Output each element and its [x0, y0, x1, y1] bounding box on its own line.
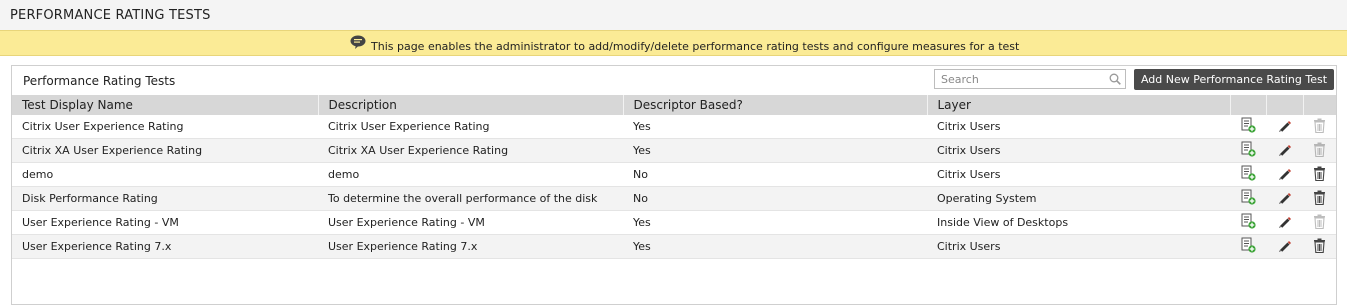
cell-test-display-name: demo — [12, 162, 318, 187]
table-row[interactable]: demo demo No Citrix Users — [12, 162, 1336, 187]
configure-measures-icon[interactable] — [1241, 189, 1256, 208]
cell-test-display-name: User Experience Rating - VM — [12, 210, 318, 235]
cell-test-display-name: User Experience Rating 7.x — [12, 234, 318, 259]
configure-measures-cell — [1230, 186, 1266, 211]
page-title: PERFORMANCE RATING TESTS — [10, 8, 211, 23]
configure-measures-icon[interactable] — [1241, 117, 1256, 136]
cell-layer: Operating System — [927, 186, 1230, 211]
cell-descriptor-based: Yes — [623, 234, 927, 259]
edit-pencil-icon[interactable] — [1277, 166, 1292, 184]
cell-descriptor-based: Yes — [623, 115, 927, 139]
edit-pencil-icon[interactable] — [1277, 214, 1292, 232]
tests-table: Test Display Name Description Descriptor… — [12, 95, 1336, 259]
table-row[interactable]: Disk Performance Rating To determine the … — [12, 186, 1336, 211]
panel-title: Performance Rating Tests — [23, 74, 176, 88]
configure-measures-cell — [1230, 234, 1266, 259]
delete-trash-icon — [1313, 142, 1326, 160]
edit-pencil-icon[interactable] — [1277, 190, 1292, 208]
delete-trash-icon[interactable] — [1313, 166, 1326, 184]
configure-measures-cell — [1230, 210, 1266, 235]
info-message: This page enables the administrator to a… — [371, 40, 1020, 53]
delete-trash-cell — [1303, 234, 1336, 259]
configure-measures-cell — [1230, 115, 1266, 139]
column-header-delete — [1302, 95, 1336, 115]
delete-trash-icon — [1313, 118, 1326, 136]
search-box — [934, 69, 1126, 89]
delete-trash-icon[interactable] — [1313, 190, 1326, 208]
cell-description: Citrix XA User Experience Rating — [318, 138, 623, 163]
edit-pencil-icon[interactable] — [1277, 142, 1292, 160]
cell-description: User Experience Rating - VM — [318, 210, 623, 235]
edit-pencil-cell — [1266, 162, 1303, 187]
page-header: PERFORMANCE RATING TESTS — [0, 0, 1347, 31]
delete-trash-cell — [1303, 138, 1336, 163]
edit-pencil-icon[interactable] — [1277, 118, 1292, 136]
column-header-test-display-name[interactable]: Test Display Name — [12, 95, 318, 115]
configure-measures-icon[interactable] — [1241, 165, 1256, 184]
cell-description: Citrix User Experience Rating — [318, 115, 623, 139]
cell-test-display-name: Disk Performance Rating — [12, 186, 318, 211]
edit-pencil-cell — [1266, 138, 1303, 163]
search-input[interactable] — [935, 70, 1109, 88]
column-header-edit — [1265, 95, 1303, 115]
edit-pencil-cell — [1266, 186, 1303, 211]
column-header-descriptor-based[interactable]: Descriptor Based? — [622, 95, 927, 115]
search-icon[interactable] — [1109, 73, 1121, 85]
cell-descriptor-based: Yes — [623, 138, 927, 163]
cell-descriptor-based: Yes — [623, 210, 927, 235]
table-row[interactable]: User Experience Rating - VM User Experien… — [12, 210, 1336, 235]
column-header-configure — [1229, 95, 1266, 115]
table-body: Citrix User Experience Rating Citrix User… — [12, 115, 1336, 259]
table-header-row: Test Display Name Description Descriptor… — [12, 95, 1336, 115]
delete-trash-cell — [1303, 210, 1336, 235]
cell-layer: Citrix Users — [927, 115, 1230, 139]
configure-measures-cell — [1230, 162, 1266, 187]
delete-trash-cell — [1303, 162, 1336, 187]
configure-measures-cell — [1230, 138, 1266, 163]
table-row[interactable]: Citrix User Experience Rating Citrix User… — [12, 115, 1336, 139]
cell-description: To determine the overall performance of … — [318, 186, 623, 211]
cell-descriptor-based: No — [623, 186, 927, 211]
configure-measures-icon[interactable] — [1241, 213, 1256, 232]
cell-test-display-name: Citrix XA User Experience Rating — [12, 138, 318, 163]
edit-pencil-cell — [1266, 115, 1303, 139]
edit-pencil-cell — [1266, 210, 1303, 235]
cell-layer: Citrix Users — [927, 138, 1230, 163]
table-row[interactable]: Citrix XA User Experience Rating Citrix X… — [12, 138, 1336, 163]
configure-measures-icon[interactable] — [1241, 237, 1256, 256]
cell-layer: Citrix Users — [927, 162, 1230, 187]
tests-panel: Performance Rating Tests Add New Perform… — [11, 65, 1337, 305]
cell-description: demo — [318, 162, 623, 187]
cell-layer: Inside View of Desktops — [927, 210, 1230, 235]
add-new-test-button[interactable]: Add New Performance Rating Test — [1134, 69, 1334, 90]
configure-measures-icon[interactable] — [1241, 141, 1256, 160]
speech-bubble-icon — [350, 35, 366, 49]
column-header-description[interactable]: Description — [317, 95, 623, 115]
cell-description: User Experience Rating 7.x — [318, 234, 623, 259]
table-row[interactable]: User Experience Rating 7.x User Experienc… — [12, 234, 1336, 259]
cell-descriptor-based: No — [623, 162, 927, 187]
column-header-layer[interactable]: Layer — [926, 95, 1230, 115]
edit-pencil-cell — [1266, 234, 1303, 259]
cell-test-display-name: Citrix User Experience Rating — [12, 115, 318, 139]
delete-trash-icon — [1313, 214, 1326, 232]
edit-pencil-icon[interactable] — [1277, 238, 1292, 256]
delete-trash-icon[interactable] — [1313, 238, 1326, 256]
delete-trash-cell — [1303, 186, 1336, 211]
info-bar: This page enables the administrator to a… — [0, 30, 1347, 56]
cell-layer: Citrix Users — [927, 234, 1230, 259]
delete-trash-cell — [1303, 115, 1336, 139]
